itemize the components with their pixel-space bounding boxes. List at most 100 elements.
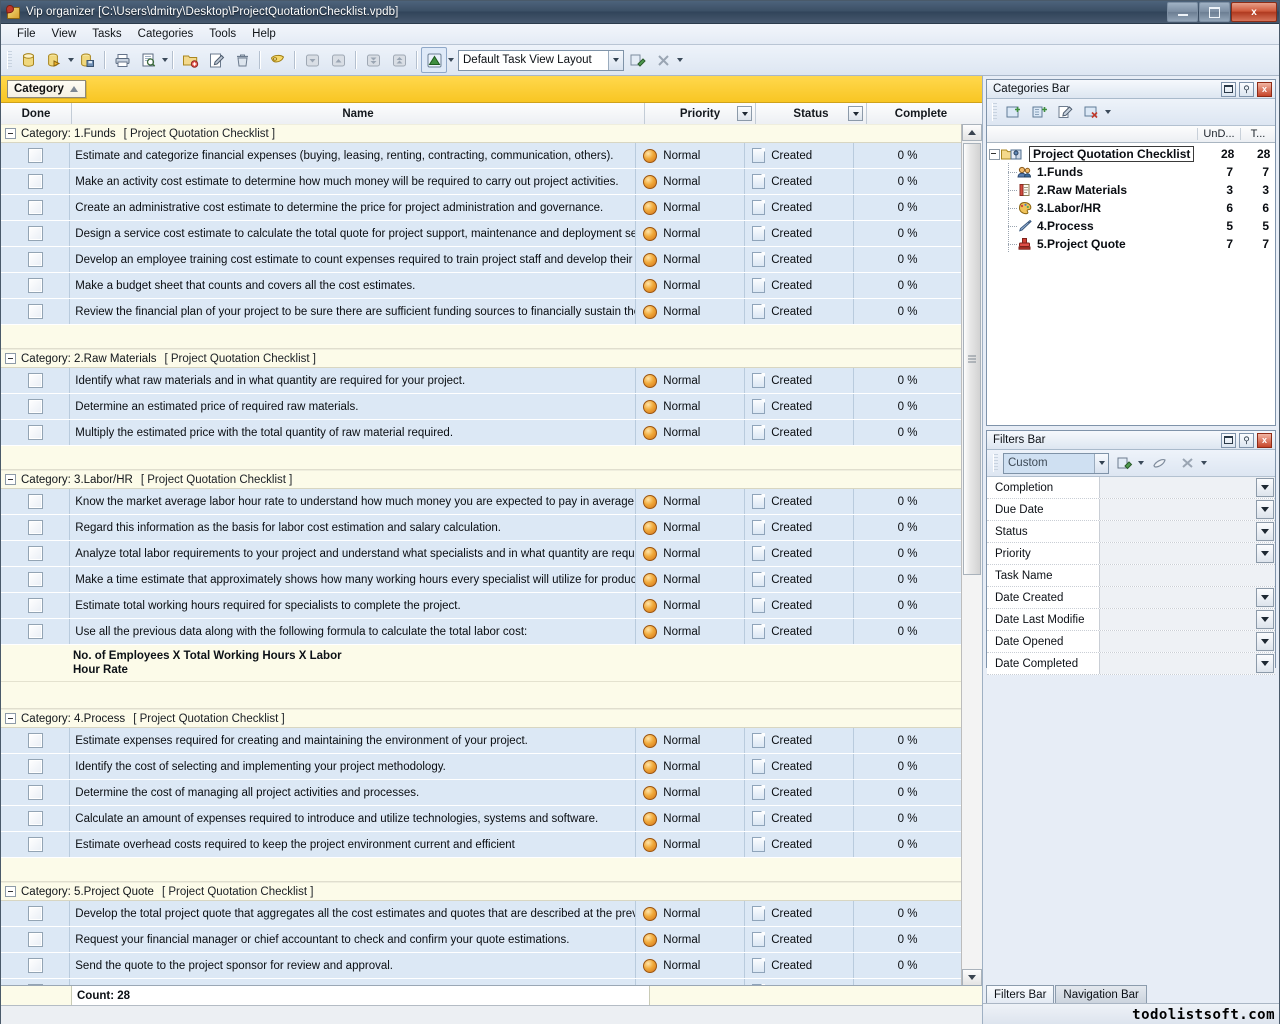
category-row[interactable]: 5.Project Quote77 <box>987 235 1275 253</box>
done-checkbox[interactable] <box>28 546 43 561</box>
filter-dropdown-button[interactable] <box>1256 588 1274 607</box>
menu-item-help[interactable]: Help <box>244 26 284 42</box>
done-checkbox[interactable] <box>28 148 43 163</box>
menu-item-view[interactable]: View <box>44 26 85 42</box>
filter-preset-combo[interactable]: Custom <box>1003 453 1109 474</box>
done-checkbox[interactable] <box>28 837 43 852</box>
complete-cell[interactable]: 0 % <box>854 169 961 194</box>
layout-dropdown-icon[interactable] <box>448 58 454 62</box>
priority-cell[interactable]: Normal <box>636 169 745 194</box>
task-name-cell[interactable]: Identify the cost of selecting and imple… <box>70 754 636 779</box>
task-name-cell[interactable]: Estimate and categorize financial expens… <box>70 143 636 168</box>
done-cell[interactable] <box>1 901 70 926</box>
save-filter-icon[interactable] <box>1111 451 1137 475</box>
filters-bar-close-button[interactable]: x <box>1257 433 1272 448</box>
move-top-icon[interactable] <box>386 47 412 73</box>
done-checkbox[interactable] <box>28 598 43 613</box>
table-row[interactable]: Request your financial manager or chief … <box>1 927 961 953</box>
filter-value-field[interactable] <box>1100 565 1275 586</box>
status-cell[interactable]: Created <box>745 619 854 644</box>
task-name-cell[interactable]: Make an activity cost estimate to determ… <box>70 169 636 194</box>
categories-bar-pin-icon[interactable]: ⚲ <box>1239 82 1254 97</box>
complete-cell[interactable]: 0 % <box>854 806 961 831</box>
task-name-cell[interactable]: Make a time estimate that approximately … <box>70 567 636 592</box>
done-cell[interactable] <box>1 806 70 831</box>
priority-cell[interactable]: Normal <box>636 247 745 272</box>
table-row[interactable]: Review the financial plan of your projec… <box>1 299 961 325</box>
category-row[interactable]: 3.Labor/HR66 <box>987 199 1275 217</box>
layout-options-dropdown-icon[interactable] <box>677 58 683 62</box>
group-by-chip-category[interactable]: Category <box>7 80 86 98</box>
save-database-icon[interactable] <box>74 47 100 73</box>
status-cell[interactable]: Created <box>745 420 854 445</box>
filter-value-field[interactable] <box>1100 499 1275 520</box>
complete-cell[interactable]: 0 % <box>854 143 961 168</box>
done-cell[interactable] <box>1 169 70 194</box>
done-checkbox[interactable] <box>28 425 43 440</box>
done-checkbox[interactable] <box>28 494 43 509</box>
maximize-button[interactable] <box>1199 2 1230 22</box>
filter-options-dropdown-icon[interactable] <box>1201 461 1207 465</box>
task-view-layout-icon[interactable] <box>421 47 447 73</box>
done-checkbox[interactable] <box>28 811 43 826</box>
complete-cell[interactable]: 0 % <box>854 567 961 592</box>
status-cell[interactable]: Created <box>745 368 854 393</box>
close-button[interactable]: x <box>1231 2 1277 22</box>
print-dropdown-icon[interactable] <box>162 58 168 62</box>
group-collapse-icon[interactable] <box>5 886 16 897</box>
done-checkbox[interactable] <box>28 759 43 774</box>
filters-bar-minimize-button[interactable] <box>1221 433 1236 448</box>
table-row[interactable]: Analyze total labor requirements to your… <box>1 541 961 567</box>
complete-cell[interactable]: 0 % <box>854 901 961 926</box>
categories-bar-minimize-button[interactable] <box>1221 82 1236 97</box>
status-cell[interactable]: Created <box>745 593 854 618</box>
move-down-icon[interactable] <box>299 47 325 73</box>
filter-value-field[interactable] <box>1100 521 1275 542</box>
status-cell[interactable]: Created <box>745 927 854 952</box>
done-cell[interactable] <box>1 780 70 805</box>
done-checkbox[interactable] <box>28 399 43 414</box>
status-cell[interactable]: Created <box>745 728 854 753</box>
complete-cell[interactable]: 0 % <box>854 489 961 514</box>
status-cell[interactable]: Created <box>745 169 854 194</box>
done-cell[interactable] <box>1 515 70 540</box>
done-cell[interactable] <box>1 619 70 644</box>
done-checkbox[interactable] <box>28 572 43 587</box>
status-cell[interactable]: Created <box>745 901 854 926</box>
menu-item-categories[interactable]: Categories <box>130 26 202 42</box>
filter-dropdown-button[interactable] <box>1256 610 1274 629</box>
priority-cell[interactable]: Normal <box>636 953 745 978</box>
status-cell[interactable]: Created <box>745 299 854 324</box>
priority-cell[interactable]: Normal <box>636 221 745 246</box>
priority-cell[interactable]: Normal <box>636 541 745 566</box>
table-row[interactable]: Estimate expenses required for creating … <box>1 728 961 754</box>
complete-cell[interactable]: 0 % <box>854 420 961 445</box>
filter-dropdown-button[interactable] <box>1256 500 1274 519</box>
priority-cell[interactable]: Normal <box>636 901 745 926</box>
filter-value-field[interactable] <box>1100 587 1275 608</box>
category-row-root[interactable]: Project Quotation Checklist2828 <box>987 145 1275 163</box>
done-cell[interactable] <box>1 489 70 514</box>
done-cell[interactable] <box>1 273 70 298</box>
remove-layout-icon[interactable] <box>650 47 676 73</box>
done-cell[interactable] <box>1 832 70 857</box>
table-row[interactable]: Multiply the estimated price with the to… <box>1 420 961 446</box>
done-cell[interactable] <box>1 953 70 978</box>
task-name-cell[interactable]: Estimate overhead costs required to keep… <box>70 832 636 857</box>
column-header-name[interactable]: Name <box>72 103 645 125</box>
priority-cell[interactable]: Normal <box>636 593 745 618</box>
filter-row[interactable]: Status <box>987 521 1275 543</box>
table-row[interactable]: Send the quote to the project sponsor fo… <box>1 953 961 979</box>
edit-task-icon[interactable] <box>203 47 229 73</box>
tab-filters-bar[interactable]: Filters Bar <box>986 985 1054 1003</box>
apply-layout-icon[interactable] <box>624 47 650 73</box>
column-header-total[interactable]: T... <box>1240 128 1275 140</box>
done-cell[interactable] <box>1 368 70 393</box>
priority-cell[interactable]: Normal <box>636 567 745 592</box>
done-checkbox[interactable] <box>28 785 43 800</box>
table-row[interactable]: Regard this information as the basis for… <box>1 515 961 541</box>
task-name-cell[interactable]: Use all the previous data along with the… <box>70 619 636 644</box>
filter-preset-arrow[interactable] <box>1094 454 1108 473</box>
task-name-cell[interactable]: Regard this information as the basis for… <box>70 515 636 540</box>
priority-filter-button[interactable] <box>737 106 752 121</box>
